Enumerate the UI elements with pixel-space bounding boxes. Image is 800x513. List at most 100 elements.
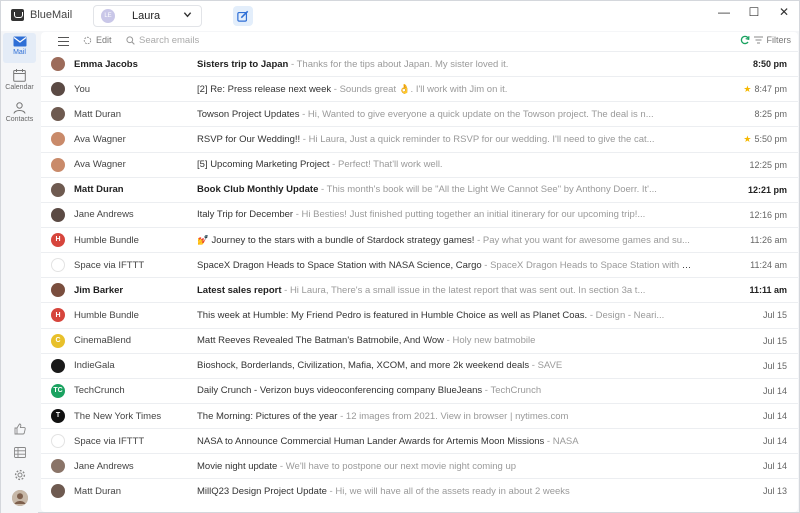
email-row[interactable]: Ava Wagner RSVP for Our Wedding!! - Hi La… bbox=[41, 126, 798, 151]
preview-separator: - bbox=[288, 58, 297, 70]
account-selector[interactable]: LE Laura bbox=[93, 5, 202, 27]
email-row[interactable]: Space via IFTTT NASA to Announce Commerci… bbox=[41, 428, 798, 453]
sender-name: Matt Duran bbox=[74, 108, 121, 120]
email-row[interactable]: H Humble Bundle 💅 Journey to the stars wit… bbox=[41, 226, 798, 252]
refresh-icon[interactable] bbox=[740, 35, 750, 45]
email-preview: TechCrunch bbox=[490, 385, 542, 397]
email-date-text: 8:47 pm bbox=[754, 84, 787, 95]
email-preview: Perfect! That'll work well. bbox=[337, 159, 443, 171]
sender-avatar: H bbox=[51, 308, 65, 323]
filter-icon[interactable] bbox=[753, 36, 763, 44]
sender-avatar bbox=[51, 484, 65, 499]
sender-name: Jim Barker bbox=[74, 284, 124, 296]
email-date: 8:25 pm bbox=[754, 109, 787, 119]
thumbs-up-button[interactable] bbox=[10, 421, 30, 437]
user-avatar-icon bbox=[12, 490, 28, 506]
email-subject: Towson Project Updates bbox=[197, 108, 300, 120]
email-date-text: Jul 15 bbox=[762, 310, 787, 321]
rail-label: Calendar bbox=[5, 84, 34, 91]
edit-button[interactable]: Edit bbox=[83, 35, 112, 45]
email-row[interactable]: You [2] Re: Press release next week - Sou… bbox=[41, 76, 798, 101]
rail-label: Contacts bbox=[5, 116, 34, 123]
email-subject: Italy Trip for December bbox=[197, 209, 294, 221]
rail-item-calendar[interactable]: Calendar bbox=[3, 66, 36, 96]
email-row[interactable]: Ava Wagner [5] Upcoming Marketing Project… bbox=[41, 151, 798, 177]
email-row[interactable]: Emma Jacobs Sisters trip to Japan - Thank… bbox=[41, 51, 798, 76]
search-box[interactable] bbox=[126, 35, 339, 46]
email-date: Jul 14 bbox=[763, 411, 787, 421]
rail-item-mail[interactable]: Mail bbox=[3, 33, 36, 63]
star-icon[interactable]: ★ bbox=[743, 84, 751, 95]
sender-avatar bbox=[51, 207, 65, 222]
email-row[interactable]: Matt Duran Book Club Monthly Update - Thi… bbox=[41, 176, 798, 202]
email-subject: Daily Crunch - Verizon buys videoconfere… bbox=[197, 385, 483, 397]
thumbs-up-icon bbox=[14, 423, 26, 435]
list-icon bbox=[14, 446, 26, 458]
email-subject: Latest sales report bbox=[197, 284, 282, 296]
contacts-icon bbox=[13, 102, 26, 114]
email-row[interactable]: Jane Andrews Movie night update - We'll h… bbox=[41, 453, 798, 478]
sender-avatar bbox=[51, 434, 65, 449]
close-button[interactable]: ✕ bbox=[769, 1, 799, 23]
email-row[interactable]: Jim Barker Latest sales report - Hi Laura… bbox=[41, 277, 798, 302]
sender-avatar bbox=[51, 182, 65, 197]
window-controls: — ☐ ✕ bbox=[709, 1, 799, 23]
filters-button[interactable]: Filters bbox=[767, 35, 792, 45]
app-brand: BlueMail bbox=[11, 9, 72, 21]
email-row[interactable]: Space via IFTTT SpaceX Dragon Heads to Sp… bbox=[41, 252, 798, 277]
email-row[interactable]: C CinemaBlend Matt Reeves Revealed The Bat… bbox=[41, 327, 798, 353]
maximize-button[interactable]: ☐ bbox=[739, 1, 769, 23]
app-title: BlueMail bbox=[30, 9, 73, 21]
user-avatar[interactable] bbox=[12, 490, 28, 506]
email-row[interactable]: H Humble Bundle This week at Humble: My Fr… bbox=[41, 302, 798, 327]
preview-separator: - bbox=[544, 435, 553, 447]
settings-button[interactable] bbox=[10, 467, 30, 483]
list-view-button[interactable] bbox=[10, 444, 30, 460]
email-date-text: Jul 14 bbox=[762, 461, 787, 472]
email-content: [5] Upcoming Marketing Project - Perfect… bbox=[197, 159, 692, 170]
email-row[interactable]: IndieGala Bioshock, Borderlands, Civiliza… bbox=[41, 352, 798, 378]
email-date: 11:24 am bbox=[750, 260, 787, 270]
preview-separator: - bbox=[293, 209, 302, 221]
search-input[interactable] bbox=[139, 35, 339, 46]
email-preview: This month's book will be "All the Light… bbox=[326, 184, 657, 196]
email-preview: We'll have to postpone our next movie ni… bbox=[285, 460, 517, 472]
account-avatar: LE bbox=[101, 9, 115, 23]
menu-icon[interactable] bbox=[58, 37, 69, 46]
app-window: BlueMail LE Laura — ☐ ✕ Mail Calendar Co… bbox=[0, 0, 800, 513]
preview-separator: - bbox=[277, 460, 286, 472]
rail-item-contacts[interactable]: Contacts bbox=[3, 99, 36, 129]
email-date: Jul 15 bbox=[763, 310, 787, 320]
preview-separator: - bbox=[587, 309, 596, 321]
email-preview: Design - Neari... bbox=[595, 309, 665, 321]
sender-avatar bbox=[51, 157, 65, 172]
email-row[interactable]: Matt Duran Towson Project Updates - Hi, W… bbox=[41, 101, 798, 126]
email-subject: SpaceX Dragon Heads to Space Station wit… bbox=[197, 259, 482, 271]
email-date-text: Jul 13 bbox=[762, 486, 787, 497]
sender-name: Emma Jacobs bbox=[74, 58, 138, 70]
email-date: Jul 15 bbox=[763, 361, 787, 371]
email-date-text: 5:50 pm bbox=[754, 134, 787, 145]
email-row[interactable]: T The New York Times The Morning: Pictures… bbox=[41, 402, 798, 428]
email-subject: 💅 Journey to the stars with a bundle of … bbox=[197, 234, 475, 246]
star-icon[interactable]: ★ bbox=[743, 134, 751, 145]
email-date-text: 11:24 am bbox=[750, 260, 787, 271]
email-row[interactable]: Jane Andrews Italy Trip for December - Hi… bbox=[41, 201, 798, 227]
preview-separator: - bbox=[281, 284, 290, 296]
preview-separator: - bbox=[337, 410, 346, 422]
email-preview: Hi Laura, Just a quick reminder to RSVP … bbox=[308, 133, 655, 145]
minimize-button[interactable]: — bbox=[709, 1, 739, 23]
preview-separator: - bbox=[481, 259, 491, 271]
email-row[interactable]: Matt Duran MillQ23 Design Project Update … bbox=[41, 478, 798, 503]
compose-button[interactable] bbox=[233, 6, 253, 26]
preview-separator: - bbox=[318, 184, 327, 196]
email-content: Book Club Monthly Update - This month's … bbox=[197, 184, 692, 195]
sender-name: Jane Andrews bbox=[74, 209, 134, 221]
sender-name: IndieGala bbox=[74, 360, 115, 372]
email-date: 11:26 am bbox=[750, 235, 787, 245]
email-row[interactable]: TC TechCrunch Daily Crunch - Verizon buys … bbox=[41, 377, 798, 403]
email-preview: Hi, Wanted to give everyone a quick upda… bbox=[307, 108, 654, 120]
email-date: Jul 13 bbox=[763, 486, 787, 496]
email-date-text: 12:21 pm bbox=[747, 184, 787, 195]
email-content: Towson Project Updates - Hi, Wanted to g… bbox=[197, 109, 692, 120]
